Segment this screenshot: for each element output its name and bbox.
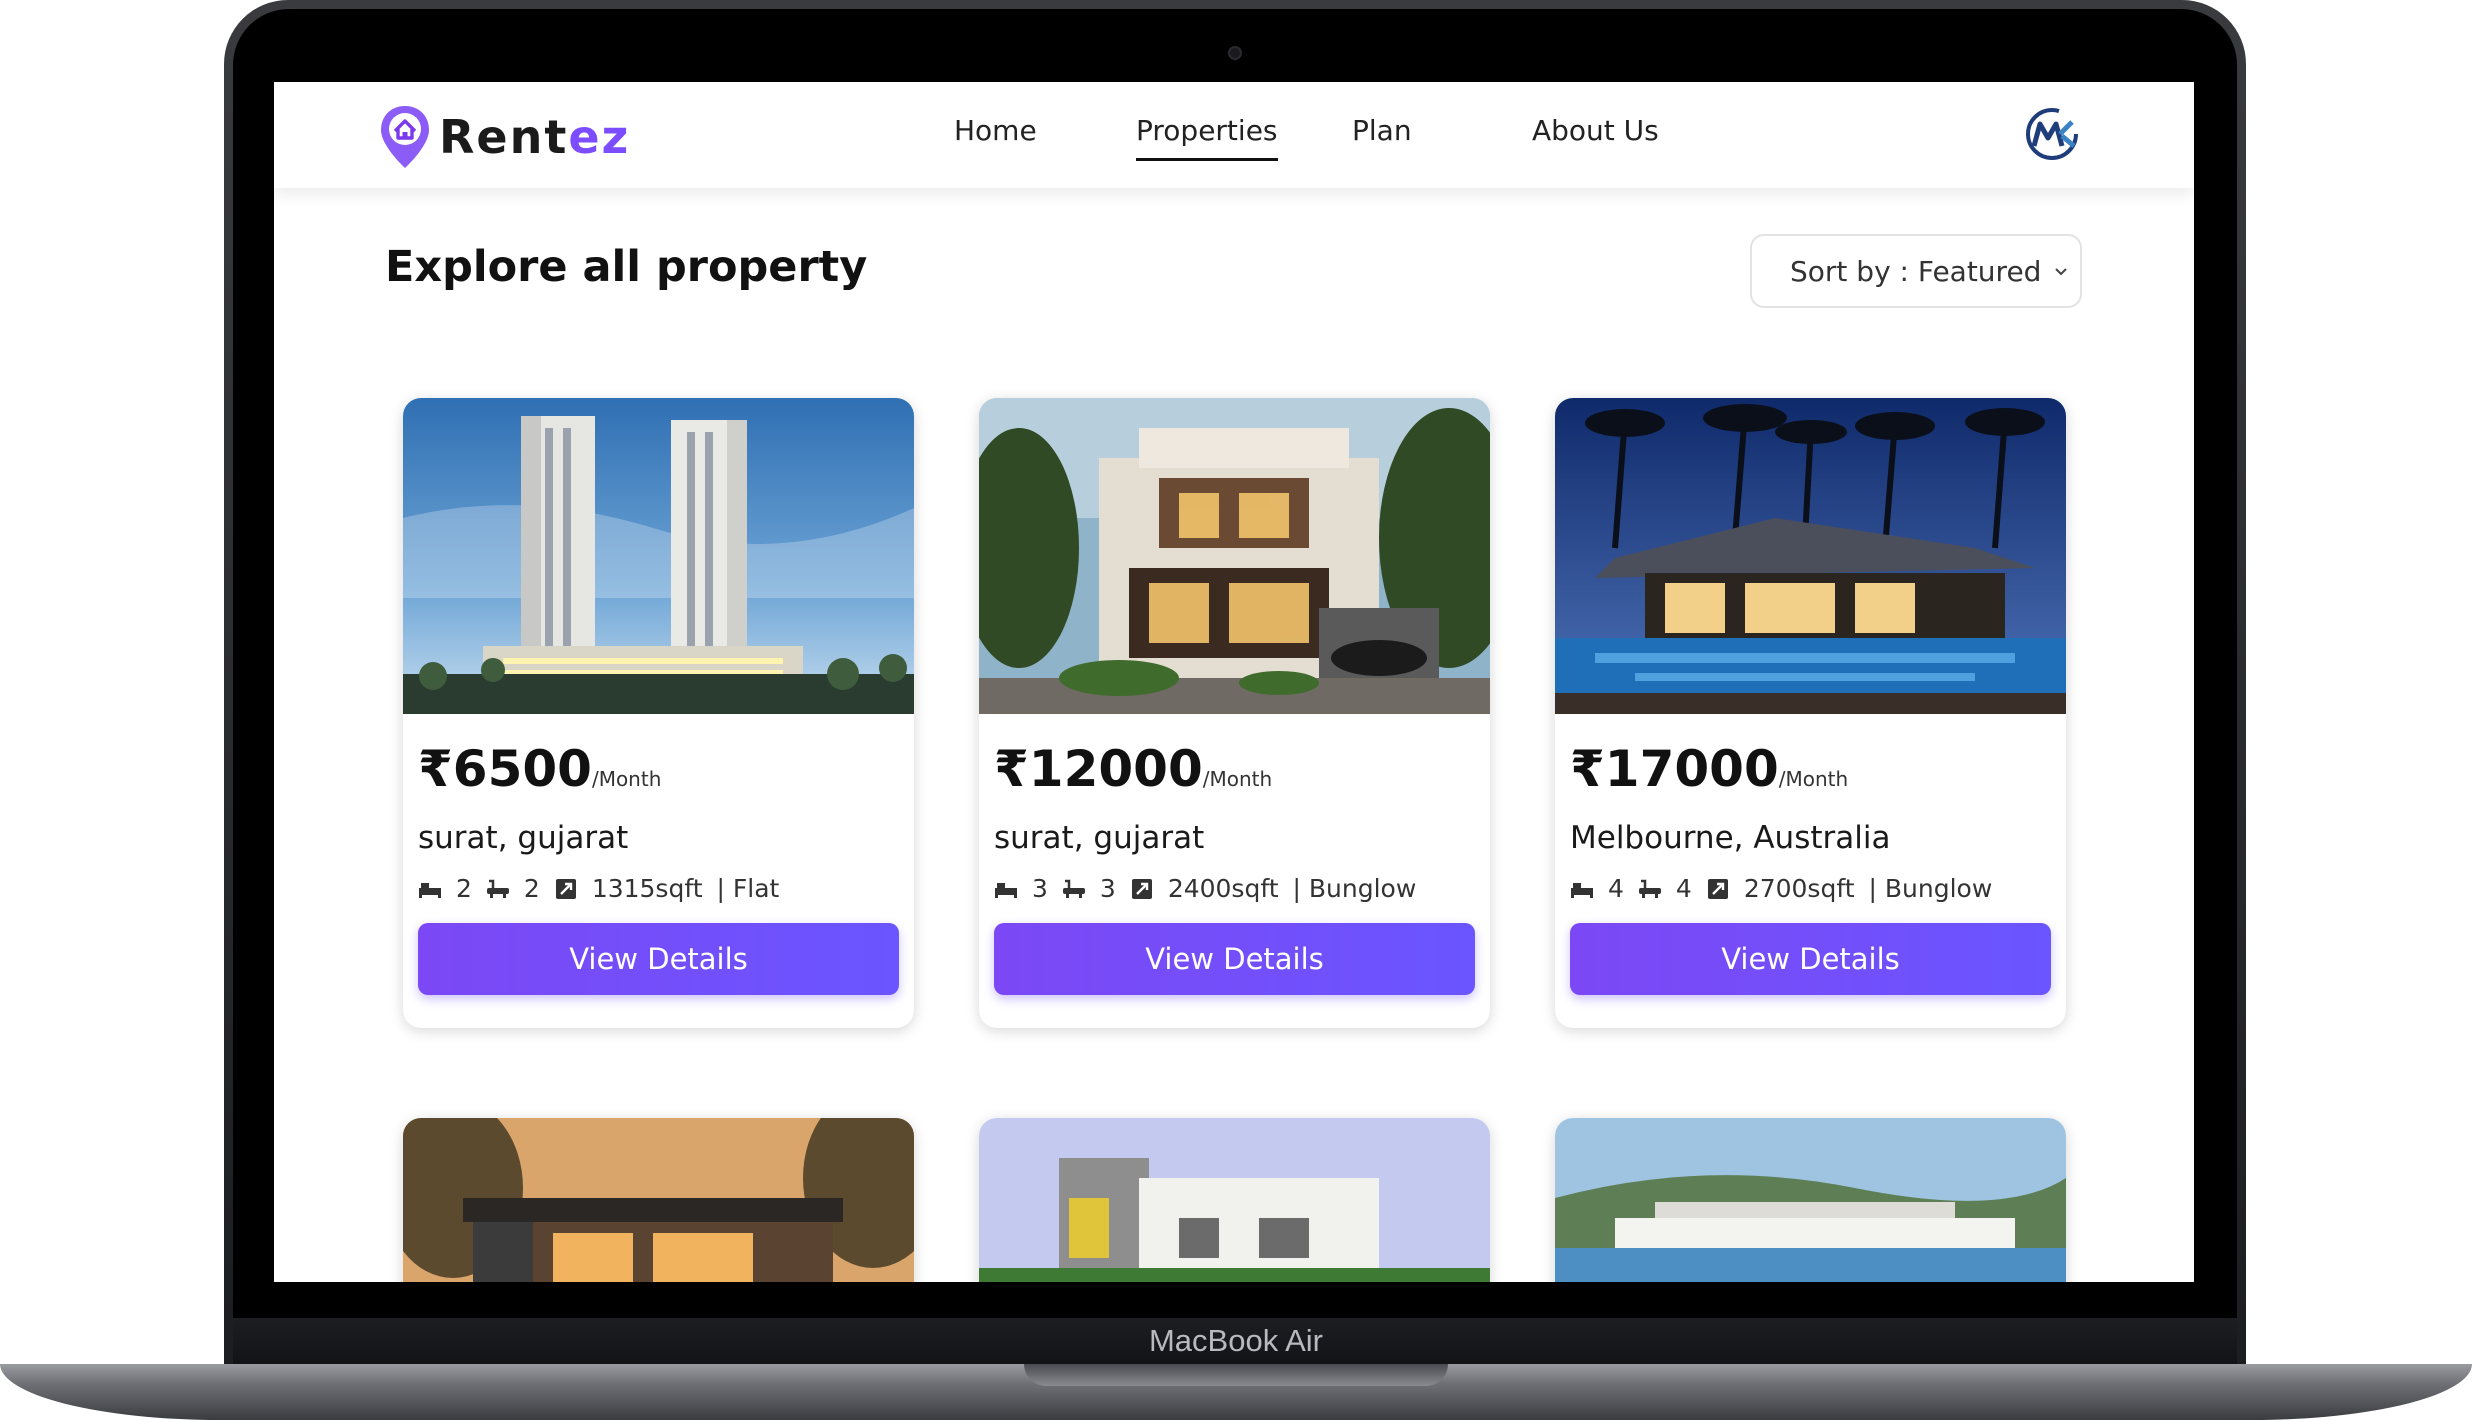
property-type: | Bunglow	[1292, 874, 1417, 903]
property-type: | Bunglow	[1868, 874, 1993, 903]
bath-count: 4	[1675, 874, 1692, 903]
property-card[interactable]: ₹6500/Month surat, gujarat 2 2 1315sqft …	[403, 398, 914, 1028]
bed-icon	[1571, 882, 1593, 898]
home-pin-icon	[381, 106, 429, 168]
property-specs: 4 4 2700sqft | Bunglow	[1570, 874, 1992, 903]
nav-plan[interactable]: Plan	[1352, 114, 1412, 157]
bath-icon	[1638, 879, 1661, 898]
top-navbar: Rentez Home Properties Plan About Us	[274, 82, 2194, 188]
area-value: 2400sqft	[1167, 874, 1279, 903]
property-image[interactable]	[979, 1118, 1490, 1282]
laptop-notch	[1024, 1364, 1448, 1386]
property-price: ₹6500/Month	[418, 740, 662, 798]
area-icon	[1131, 878, 1152, 899]
nav-home[interactable]: Home	[954, 114, 1037, 157]
bath-count: 3	[1099, 874, 1116, 903]
property-specs: 2 2 1315sqft | Flat	[418, 874, 779, 903]
camera-icon	[1228, 46, 1242, 60]
property-location: surat, gujarat	[418, 820, 629, 856]
nav-properties[interactable]: Properties	[1136, 114, 1278, 161]
browser-viewport: Rentez Home Properties Plan About Us Exp…	[274, 82, 2194, 1282]
area-icon	[555, 878, 576, 899]
brand-name: Rentez	[439, 110, 631, 164]
bed-icon	[419, 882, 441, 898]
property-type: | Flat	[716, 874, 780, 903]
view-details-button[interactable]: View Details	[1570, 923, 2051, 995]
nav-about-us[interactable]: About Us	[1532, 114, 1659, 157]
bath-count: 2	[523, 874, 540, 903]
view-details-button[interactable]: View Details	[994, 923, 1475, 995]
chevron-down-icon	[2055, 268, 2067, 276]
property-card[interactable]: ₹12000/Month surat, gujarat 3 3 2400sqft…	[979, 398, 1490, 1028]
property-card[interactable]	[403, 1118, 914, 1282]
property-image[interactable]	[403, 398, 914, 714]
property-image[interactable]	[403, 1118, 914, 1282]
sort-select-value: Sort by : Featured	[1790, 254, 2042, 288]
property-specs: 3 3 2400sqft | Bunglow	[994, 874, 1416, 903]
device-label: MacBook Air	[1148, 1323, 1323, 1358]
property-card[interactable]	[1555, 1118, 2066, 1282]
user-avatar-icon[interactable]	[2024, 106, 2080, 162]
bed-icon	[995, 882, 1017, 898]
sort-select[interactable]: Sort by : Featured	[1750, 234, 2082, 308]
brand-logo[interactable]: Rentez	[379, 104, 630, 170]
property-location: Melbourne, Australia	[1570, 820, 1891, 856]
page-title: Explore all property	[385, 242, 868, 292]
property-image[interactable]	[1555, 398, 2066, 714]
property-image[interactable]	[979, 398, 1490, 714]
bath-icon	[1062, 879, 1085, 898]
view-details-button[interactable]: View Details	[418, 923, 899, 995]
area-value: 2700sqft	[1743, 874, 1855, 903]
bath-icon	[486, 879, 509, 898]
bed-count: 4	[1608, 874, 1624, 903]
property-price: ₹12000/Month	[994, 740, 1273, 798]
property-location: surat, gujarat	[994, 820, 1205, 856]
property-price: ₹17000/Month	[1570, 740, 1849, 798]
property-card[interactable]	[979, 1118, 1490, 1282]
property-image[interactable]	[1555, 1118, 2066, 1282]
area-icon	[1707, 878, 1728, 899]
bed-count: 3	[1032, 874, 1048, 903]
area-value: 1315sqft	[591, 874, 703, 903]
property-card[interactable]: ₹17000/Month Melbourne, Australia 4 4 27…	[1555, 398, 2066, 1028]
bed-count: 2	[456, 874, 472, 903]
